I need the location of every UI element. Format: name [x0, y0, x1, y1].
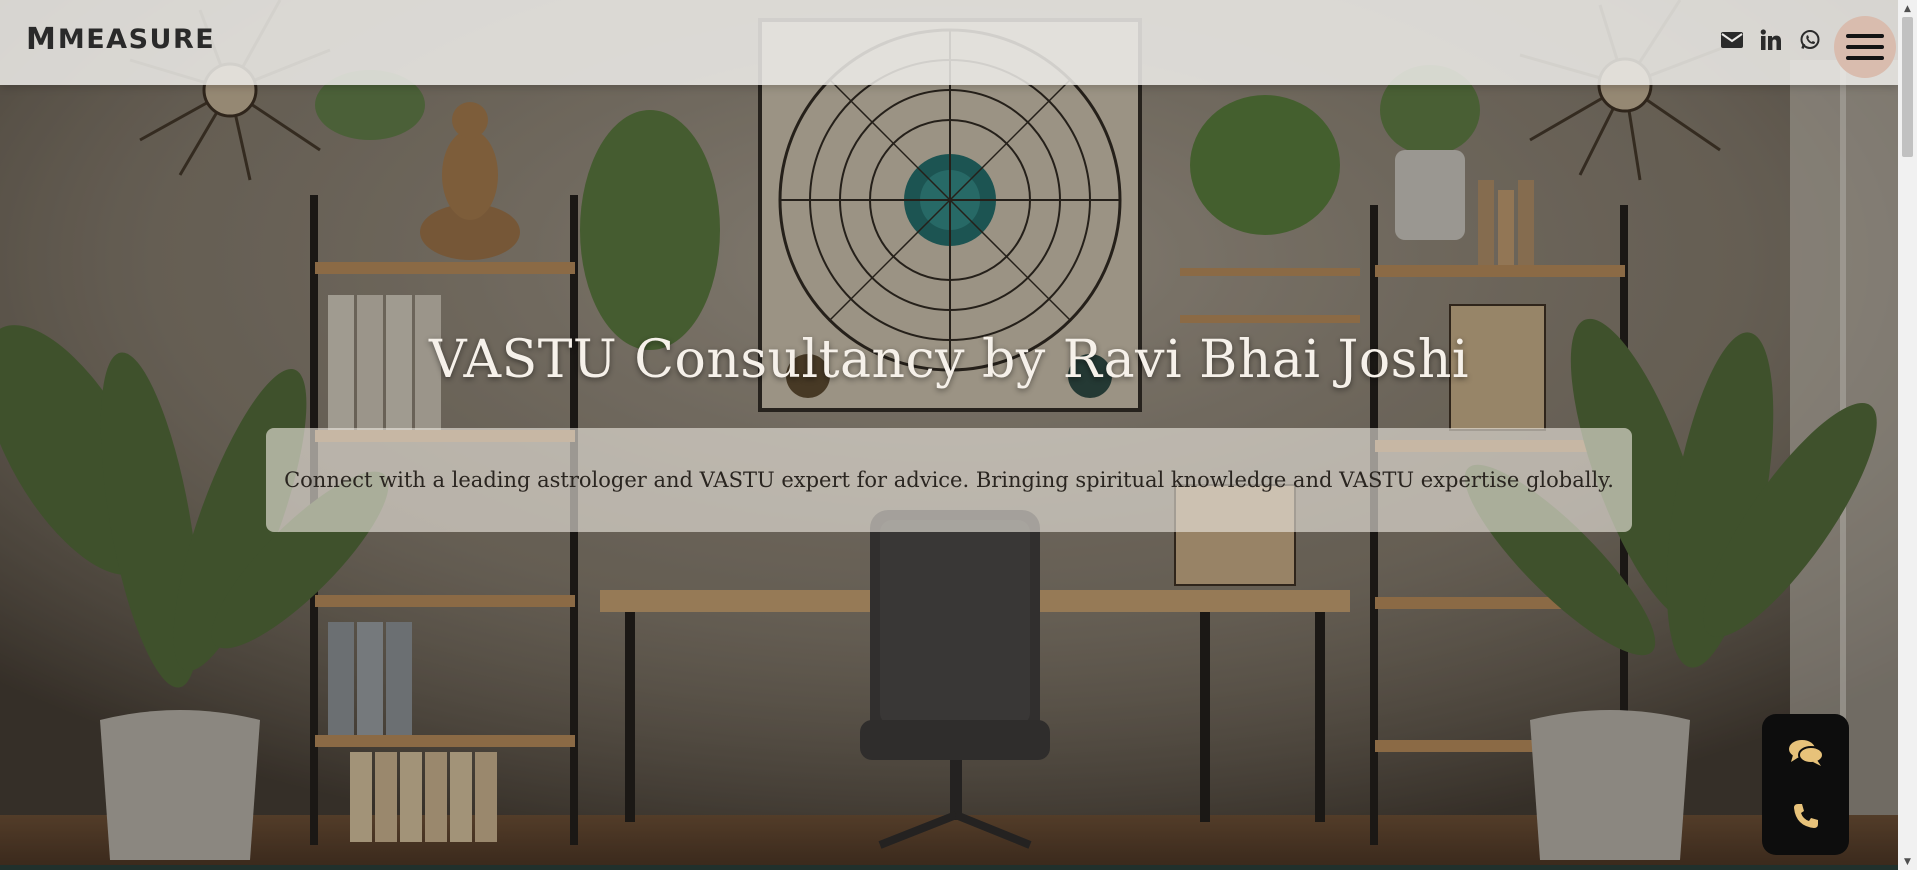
page-scrollbar[interactable]: ▲ ▼: [1898, 0, 1917, 870]
chat-icon[interactable]: [1784, 731, 1828, 775]
scroll-up-arrow-icon[interactable]: ▲: [1898, 0, 1917, 17]
logo-text: MEASURE: [57, 24, 216, 55]
page-bottom-edge: [0, 865, 1898, 870]
menu-bar-line: [1846, 45, 1884, 49]
page-viewport: M MEASURE VASTU Consultancy by Ravi Bhai…: [0, 0, 1917, 870]
logo-mark: M: [26, 22, 56, 57]
email-icon[interactable]: [1720, 28, 1744, 52]
phone-icon[interactable]: [1784, 794, 1828, 838]
hero-subtitle-box: Connect with a leading astrologer and VA…: [266, 428, 1632, 532]
floating-contact-widget: [1762, 714, 1849, 855]
whatsapp-icon[interactable]: [1798, 28, 1822, 52]
hamburger-menu-icon[interactable]: [1834, 16, 1896, 78]
scroll-down-arrow-icon[interactable]: ▼: [1898, 853, 1917, 870]
hero-subtitle: Connect with a leading astrologer and VA…: [284, 468, 1614, 492]
site-logo[interactable]: M MEASURE: [26, 22, 215, 58]
linkedin-icon[interactable]: [1759, 28, 1783, 52]
social-icons: [1720, 28, 1822, 52]
scrollbar-thumb[interactable]: [1902, 17, 1913, 157]
hero-title: VASTU Consultancy by Ravi Bhai Joshi: [429, 330, 1469, 390]
menu-bar-line: [1846, 56, 1884, 60]
site-header: M MEASURE: [0, 0, 1898, 85]
menu-bar-line: [1846, 34, 1884, 38]
